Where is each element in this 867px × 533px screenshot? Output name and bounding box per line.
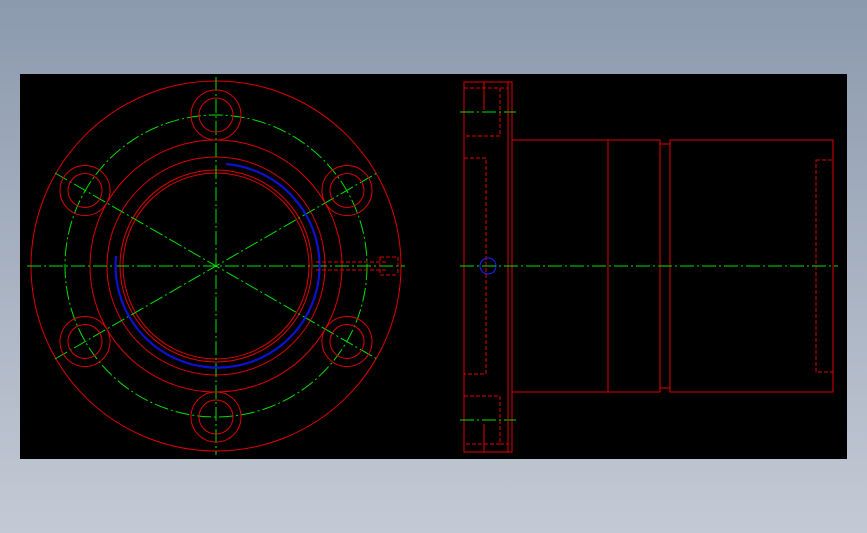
cad-viewport[interactable]: .r { fill: none; stroke: #e00000; stroke… bbox=[20, 74, 847, 459]
cad-drawing: .r { fill: none; stroke: #e00000; stroke… bbox=[27, 77, 838, 455]
front-view bbox=[27, 77, 405, 455]
side-view bbox=[460, 81, 838, 453]
